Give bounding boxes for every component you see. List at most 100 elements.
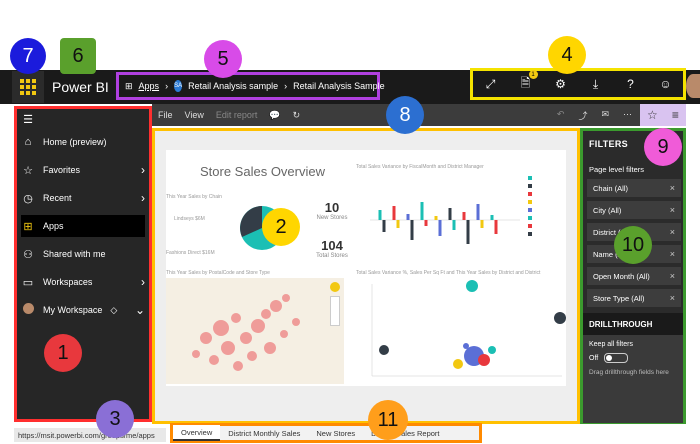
download-icon[interactable]: ⤓ <box>585 73 607 95</box>
close-icon[interactable]: × <box>670 271 675 281</box>
chevron-right-icon: › <box>284 81 288 91</box>
status-url: https://msit.powerbi.com/groups/me/apps <box>14 428 166 442</box>
favorite-star-icon[interactable]: ☆ <box>647 108 658 122</box>
breadcrumb-workspace-link[interactable]: Retail Analysis sample <box>188 81 278 91</box>
filter-chip-label: Chain (All) <box>593 183 629 193</box>
callout-badge: 8 <box>386 96 424 134</box>
more-icon[interactable]: ⋯ <box>623 109 632 122</box>
sidebar-item-home[interactable]: ⌂ Home (preview) <box>21 131 145 153</box>
close-icon[interactable]: × <box>670 183 675 193</box>
filter-chip-label: Store Type (All) <box>593 293 645 303</box>
filter-chip[interactable]: Chain (All) × <box>587 179 681 197</box>
settings-icon[interactable]: ⚙ <box>550 73 572 95</box>
callout-badge: 10 <box>614 226 652 264</box>
toggle-state: Off <box>589 354 599 362</box>
page-tabs: Overview District Monthly Sales New Stor… <box>170 423 482 443</box>
filter-chip[interactable]: Store Type (All) × <box>587 289 681 307</box>
sidebar-item-label: Recent <box>43 193 72 203</box>
view-menu[interactable]: View <box>185 110 204 120</box>
sidebar-item-my-workspace[interactable]: My Workspace ◇ ⌄ <box>21 299 145 321</box>
scatter-chart[interactable] <box>362 280 566 384</box>
filters-pane: FILTERS Page level filters Chain (All) × … <box>580 128 686 424</box>
file-menu[interactable]: File <box>158 110 173 120</box>
breadcrumb-report: Retail Analysis Sample <box>293 81 385 91</box>
kpi-label: New Stores <box>316 215 348 221</box>
app-launcher-button[interactable] <box>12 71 44 103</box>
sidebar-item-label: My Workspace <box>43 305 103 315</box>
filter-chip[interactable]: Open Month (All) × <box>587 267 681 285</box>
tab-overview[interactable]: Overview <box>173 425 221 441</box>
chevron-right-icon: › <box>165 81 169 91</box>
workspaces-icon: ▭ <box>22 276 34 289</box>
avatar <box>21 303 35 317</box>
notifications-icon[interactable]: 🗎 1 <box>515 70 538 95</box>
email-icon[interactable]: ✉ <box>601 109 609 122</box>
collapse-nav-button[interactable]: ☰ <box>21 111 145 127</box>
list-icon[interactable]: ≡ <box>672 108 679 122</box>
refresh-icon[interactable]: ↻ <box>293 110 301 121</box>
apps-grid-icon: ⊞ <box>125 80 133 91</box>
shared-icon: ⚇ <box>23 248 33 261</box>
map-visual[interactable] <box>166 278 344 384</box>
page-level-filters-label: Page level filters <box>589 165 645 174</box>
chart-legend <box>528 176 532 236</box>
drillthrough-drop-zone[interactable]: Drag drillthrough fields here <box>589 369 669 376</box>
chevron-right-icon: › <box>141 275 145 289</box>
filter-chip[interactable]: City (All) × <box>587 201 681 219</box>
chart-caption: Total Sales Variance %, Sales Per Sq Ft … <box>356 270 541 276</box>
breadcrumb-apps-link[interactable]: Apps <box>139 81 160 91</box>
fullscreen-icon[interactable]: ⤢ <box>480 73 502 95</box>
callout-badge: 2 <box>262 208 300 246</box>
brand-logo-text[interactable]: Power BI <box>48 74 112 100</box>
sidebar-item-shared[interactable]: ⚇ Shared with me <box>21 243 145 265</box>
sidebar-item-favorites[interactable]: ☆ Favorites › <box>21 159 145 181</box>
column-chart[interactable] <box>370 180 520 260</box>
sidebar-item-label: Shared with me <box>43 249 106 259</box>
feedback-icon[interactable]: ☺ <box>655 73 677 95</box>
header-actions: ⤢ 🗎 1 ⚙ ⤓ ? ☺ <box>470 68 686 100</box>
clock-icon: ◷ <box>23 192 33 205</box>
help-icon[interactable]: ? <box>620 73 642 95</box>
sidebar-item-recent[interactable]: ◷ Recent › <box>21 187 145 209</box>
sidebar-item-label: Workspaces <box>43 277 93 287</box>
notification-count: 1 <box>528 70 538 79</box>
premium-diamond-icon: ◇ <box>110 304 118 315</box>
kpi-value: 104 <box>321 238 343 253</box>
callout-badge: 11 <box>368 400 408 440</box>
keep-all-filters-label: Keep all filters <box>589 341 633 348</box>
close-icon[interactable]: × <box>670 227 675 237</box>
nav-pane: ☰ ⌂ Home (preview) ☆ Favorites › ◷ Recen… <box>14 106 152 422</box>
close-icon[interactable]: × <box>670 293 675 303</box>
tab-district-monthly-sales[interactable]: District Monthly Sales <box>220 426 308 440</box>
chart-caption: Total Sales Variance by FiscalMonth and … <box>356 164 484 170</box>
comments-icon[interactable]: 💬 <box>269 110 280 121</box>
report-title: Store Sales Overview <box>200 164 325 179</box>
chevron-right-icon: › <box>141 191 145 205</box>
map-zoom-control[interactable] <box>330 296 340 326</box>
kpi-card[interactable]: 10 New Stores <box>312 200 352 221</box>
chart-caption: This Year Sales by Chain <box>166 194 222 200</box>
drillthrough-section: DRILLTHROUGH Keep all filters Off Drag d… <box>583 313 683 423</box>
filter-chip-label: Open Month (All) <box>593 271 650 281</box>
user-avatar[interactable] <box>686 74 700 98</box>
sidebar-item-apps[interactable]: ⊞ Apps <box>21 215 145 237</box>
tab-new-stores[interactable]: New Stores <box>308 426 363 440</box>
filter-chip-label: City (All) <box>593 205 622 215</box>
map-pin-icon[interactable] <box>330 282 340 292</box>
kpi-card[interactable]: 104 Total Stores <box>308 238 356 259</box>
map-bubbles <box>192 294 300 371</box>
kpi-label: Total Stores <box>316 253 348 259</box>
keep-filters-toggle-row: Off <box>589 353 629 363</box>
workspace-badge: SA <box>174 80 183 92</box>
edit-report-button[interactable]: Edit report <box>216 110 258 120</box>
callout-badge: 7 <box>10 38 46 74</box>
share-icon[interactable]: ⤴ <box>578 109 587 122</box>
sidebar-item-label: Apps <box>43 221 64 231</box>
callout-badge: 5 <box>204 40 242 78</box>
keep-filters-toggle[interactable] <box>604 353 629 363</box>
sidebar-item-workspaces[interactable]: ▭ Workspaces › <box>21 271 145 293</box>
close-icon[interactable]: × <box>670 205 675 215</box>
close-icon[interactable]: × <box>670 249 675 259</box>
undo-icon[interactable]: ↶ <box>557 109 565 122</box>
callout-badge: 4 <box>548 36 586 74</box>
